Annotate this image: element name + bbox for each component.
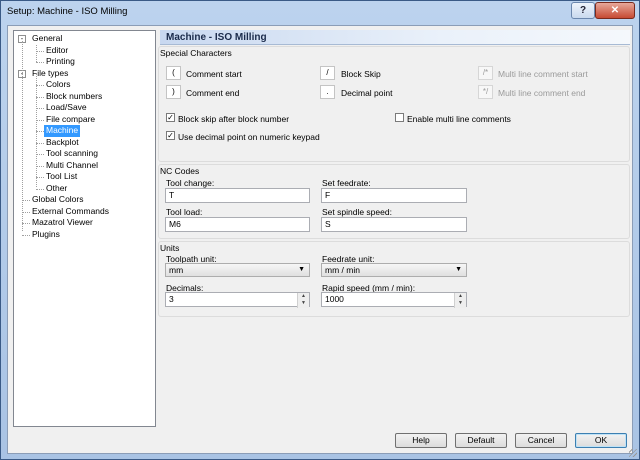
decimals-stepper[interactable]: 3 ▲ ▼ [165, 292, 310, 308]
special-characters-label: Special Characters [160, 48, 232, 58]
settings-tree[interactable]: - General Editor Printing - File types Colors B… [13, 30, 156, 427]
block-skip-field[interactable]: / [320, 66, 335, 80]
setup-window: Setup: Machine - ISO Milling ? ✕ - Genera… [0, 0, 640, 460]
tree-item[interactable]: External Commands [16, 206, 155, 218]
comment-start-label: Comment start [186, 69, 242, 79]
ml-comment-end-label: Multi line comment end [498, 88, 586, 98]
dialog-client: - General Editor Printing - File types Colors B… [7, 25, 633, 454]
decimal-point-field[interactable]: . [320, 85, 335, 99]
spin-up-icon[interactable]: ▲ [455, 293, 466, 300]
decimal-keypad-checkbox-label: Use decimal point on numeric keypad [178, 132, 320, 142]
toolpath-unit-value: mm [169, 265, 184, 275]
tool-load-input[interactable]: M6 [165, 217, 310, 232]
units-label: Units [160, 243, 180, 253]
page-title: Machine - ISO Milling [160, 30, 630, 45]
set-feedrate-label: Set feedrate: [322, 178, 371, 188]
feedrate-unit-value: mm / min [325, 265, 360, 275]
tree-item-label: Tool scanning [46, 148, 98, 158]
tree-item-label: Load/Save [46, 102, 87, 112]
tree-item-label: Plugins [32, 228, 60, 239]
ok-button[interactable]: OK [575, 433, 627, 448]
tree-item-label: Mazatrol Viewer [32, 217, 93, 227]
tree-item-label: Global Colors [32, 194, 84, 204]
ml-comment-start-field[interactable]: /* [478, 66, 493, 80]
tree-item[interactable]: Plugins [16, 229, 155, 241]
set-spindle-label: Set spindle speed: [322, 207, 392, 217]
feedrate-unit-select[interactable]: mm / min ▼ [321, 263, 467, 277]
rapid-speed-stepper[interactable]: 1000 ▲ ▼ [321, 292, 467, 308]
tree-item-label: General [32, 33, 63, 43]
default-button[interactable]: Default [455, 433, 507, 448]
block-skip-label: Block Skip [341, 69, 381, 79]
special-characters-group [158, 46, 630, 162]
help-icon[interactable]: ? [571, 2, 595, 19]
set-feedrate-input[interactable]: F [321, 188, 467, 203]
decimals-value: 3 [169, 294, 174, 304]
comment-end-field[interactable]: ) [166, 85, 181, 99]
decimals-spin-buttons[interactable]: ▲ ▼ [297, 293, 309, 308]
tree-item-label: Editor [46, 44, 69, 55]
decimal-point-label: Decimal point [341, 88, 393, 98]
title-bar[interactable]: Setup: Machine - ISO Milling ? ✕ [1, 1, 639, 21]
tree-item[interactable]: Mazatrol Viewer [16, 217, 155, 229]
tree-item[interactable]: Global Colors [16, 194, 155, 206]
tree-item-label: Block numbers [46, 90, 103, 101]
resize-grip-icon[interactable] [629, 449, 637, 457]
nc-codes-label: NC Codes [160, 166, 200, 176]
tree-item-label: Multi Channel [46, 159, 98, 170]
tree-item-label: Tool List [46, 171, 78, 181]
cancel-button[interactable]: Cancel [515, 433, 567, 448]
tree-item-label: File compare [46, 113, 96, 124]
window-title: Setup: Machine - ISO Milling [7, 5, 128, 17]
decimal-keypad-checkbox[interactable]: ✓ [166, 131, 175, 140]
ml-comment-start-label: Multi line comment start [498, 69, 588, 79]
tree-item[interactable]: - General [16, 33, 155, 45]
close-icon[interactable]: ✕ [595, 2, 635, 19]
tree-item-label: Other [46, 182, 68, 193]
rapid-speed-spin-buttons[interactable]: ▲ ▼ [454, 293, 466, 308]
tool-load-label: Tool load: [166, 207, 203, 217]
tree-item-label: Printing [46, 56, 75, 66]
set-spindle-input[interactable]: S [321, 217, 467, 232]
block-skip-checkbox[interactable]: ✓ [166, 113, 175, 122]
multiline-comments-checkbox[interactable] [395, 113, 404, 122]
toolpath-unit-select[interactable]: mm ▼ [165, 263, 310, 277]
spin-down-icon[interactable]: ▼ [298, 300, 309, 307]
tree-item-label: Machine [44, 125, 81, 137]
tool-change-label: Tool change: [166, 178, 215, 188]
chevron-down-icon: ▼ [455, 266, 462, 273]
spin-up-icon[interactable]: ▲ [298, 293, 309, 300]
comment-start-field[interactable]: ( [166, 66, 181, 80]
chevron-down-icon: ▼ [298, 266, 305, 273]
comment-end-label: Comment end [186, 88, 240, 98]
block-skip-checkbox-label: Block skip after block number [178, 114, 290, 124]
tool-change-input[interactable]: T [165, 188, 310, 203]
tree-item-label: External Commands [32, 205, 110, 216]
tree-item-label: Backplot [46, 136, 79, 147]
tree-item-label: Colors [46, 79, 71, 89]
ml-comment-end-field[interactable]: */ [478, 85, 493, 99]
multiline-comments-checkbox-label: Enable multi line comments [407, 114, 511, 124]
spin-down-icon[interactable]: ▼ [455, 300, 466, 307]
help-button[interactable]: Help [395, 433, 447, 448]
rapid-speed-value: 1000 [325, 294, 344, 304]
